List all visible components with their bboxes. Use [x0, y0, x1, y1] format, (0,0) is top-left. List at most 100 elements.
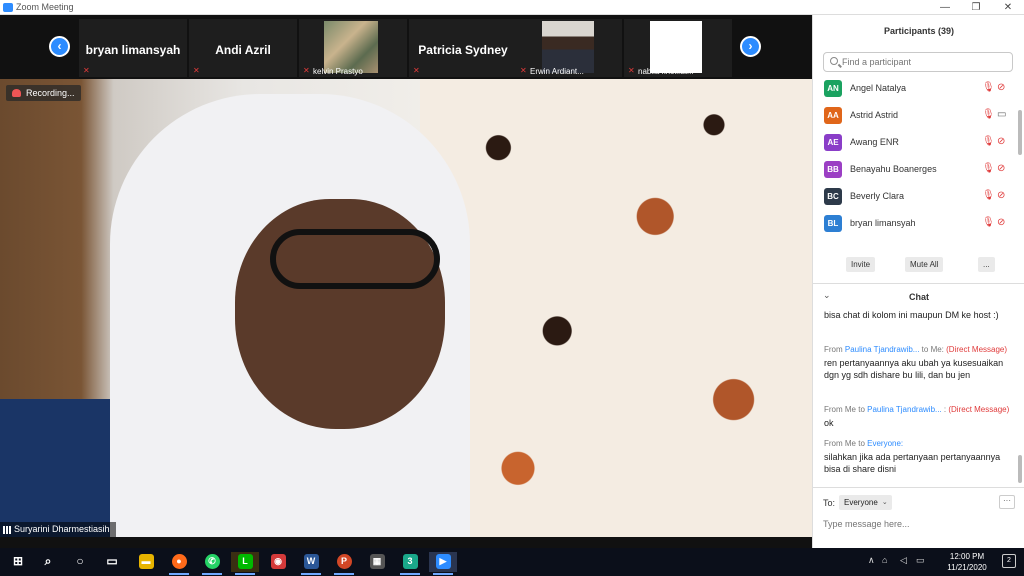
network-icon[interactable]: ⌂ [882, 555, 887, 565]
mic-muted-icon[interactable]: 🎙 [982, 163, 995, 174]
direct-message-tag: (Direct Message) [946, 345, 1008, 354]
chat-header-prefix: From Me to [824, 405, 868, 414]
photos-icon[interactable]: ▦ [363, 552, 391, 572]
gallery-tile[interactable]: ✕ kelvin Prastyo [299, 19, 407, 77]
video-on-icon[interactable]: ▭ [997, 109, 1006, 120]
chat-message-header: From Me to Paulina Tjandrawib... : (Dire… [824, 405, 1019, 414]
chat-header-prefix: From [824, 345, 845, 354]
participant-row[interactable]: AA Astrid Astrid 🎙 ▭ [813, 102, 1018, 129]
chat-message-text: ren pertanyaannya aku ubah ya kusesuaika… [824, 358, 1004, 380]
prev-page-button[interactable]: ‹ [49, 36, 70, 57]
mute-all-button[interactable]: Mute All [905, 257, 944, 272]
close-button[interactable]: ✕ [993, 0, 1023, 15]
mic-muted-icon[interactable]: 🎙 [982, 217, 995, 228]
windows-taskbar: ⊞ ⌕ ○ ▭ ▬ ● ✆ L ◉ W P ▦ 3 ▶ ∧ ⌂ ◁ ▭ 12:0… [0, 548, 1024, 576]
signal-bars-icon [3, 526, 11, 534]
green-app-icon[interactable]: 3 [396, 552, 424, 575]
search-icon[interactable]: ⌕ [34, 552, 62, 572]
active-speaker-video[interactable]: Recording... Suryarini Dharmestiasih [0, 79, 812, 537]
participant-search-input[interactable] [842, 55, 1007, 69]
camera-app-icon[interactable]: ◉ [264, 552, 292, 572]
mic-muted-icon: ✕ [628, 66, 635, 75]
video-off-icon[interactable]: ⊘ [997, 217, 1005, 228]
participant-name: Andi Azril [215, 43, 271, 57]
participant-row[interactable]: AN Angel Natalya 🎙 ⊘ [813, 75, 1018, 102]
video-off-icon[interactable]: ⊘ [997, 190, 1005, 201]
mic-muted-icon[interactable]: 🎙 [982, 109, 995, 120]
participant-name: Patricia Sydney [418, 43, 508, 57]
participants-title: Participants (39) [883, 26, 955, 36]
participant-avatar: BC [824, 188, 842, 205]
whatsapp-icon[interactable]: ✆ [198, 552, 226, 575]
file-explorer-icon[interactable]: ▬ [132, 552, 160, 572]
speaker-name-tag: Suryarini Dharmestiasih [0, 522, 116, 537]
line-icon[interactable]: L [231, 552, 259, 575]
gallery-tile[interactable]: Andi Azril ✕ [189, 19, 297, 77]
chat-scrollbar[interactable] [1018, 455, 1022, 483]
chevron-down-icon: ⌄ [881, 499, 888, 506]
chat-message-input[interactable] [823, 517, 1015, 531]
system-clock[interactable]: 12:00 PM 11/21/2020 [934, 551, 1000, 573]
volume-icon[interactable]: ◁ [900, 555, 907, 566]
zoom-app-icon [3, 3, 13, 12]
to-label: To: [823, 498, 836, 508]
chat-message-text: silahkan jika ada pertanyaan pertanyaann… [824, 452, 1001, 474]
cortana-icon[interactable]: ○ [66, 552, 94, 572]
cloud-recording-icon [12, 89, 21, 97]
background-shirt [0, 399, 110, 537]
participant-avatar: AE [824, 134, 842, 151]
minimize-button[interactable]: — [930, 0, 960, 15]
gallery-tile[interactable]: ✕ nabila kholifat... [624, 19, 732, 77]
participants-more-button[interactable]: ... [978, 257, 995, 272]
notification-center-icon[interactable]: 2 [1002, 554, 1016, 568]
windows-start-icon[interactable]: ⊞ [4, 552, 32, 572]
chat-sender[interactable]: Paulina Tjandrawib... [845, 345, 920, 354]
mic-muted-icon[interactable]: 🎙 [982, 82, 995, 93]
gallery-tile[interactable]: bryan limansyah ✕ [79, 19, 187, 77]
video-off-icon[interactable]: ⊘ [997, 163, 1005, 174]
participant-video [324, 21, 378, 73]
participant-row[interactable]: BB Benayahu Boanerges 🎙 ⊘ [813, 156, 1018, 183]
participant-search[interactable] [823, 52, 1013, 72]
chat-more-button[interactable]: ··· [999, 495, 1015, 509]
participant-name: Angel Natalya [850, 83, 907, 93]
participant-name: bryan limansyah [850, 218, 916, 228]
gallery-tile[interactable]: Patricia Sydney ✕ [409, 19, 517, 77]
participant-row[interactable]: BC Beverly Clara 🎙 ⊘ [813, 183, 1018, 210]
gallery-tile[interactable]: ✕ Erwin Ardiant... [516, 19, 622, 77]
participant-row[interactable]: AE Awang ENR 🎙 ⊘ [813, 129, 1018, 156]
participant-name: kelvin Prastyo [313, 67, 363, 76]
video-off-icon[interactable]: ⊘ [997, 82, 1005, 93]
task-view-icon[interactable]: ▭ [98, 552, 126, 572]
chat-divider [813, 487, 1024, 488]
chat-header-mid: to Me: [919, 345, 947, 354]
maximize-button[interactable]: ❐ [961, 0, 991, 15]
participants-scrollbar[interactable] [1018, 110, 1022, 155]
recording-indicator[interactable]: Recording... [6, 85, 81, 101]
recipient-dropdown[interactable]: Everyone ⌄ [839, 495, 892, 510]
next-page-button[interactable]: › [740, 36, 761, 57]
zoom-icon[interactable]: ▶ [429, 552, 457, 575]
mic-muted-icon[interactable]: 🎙 [982, 190, 995, 201]
participant-avatar: AA [824, 107, 842, 124]
mic-muted-icon[interactable]: 🎙 [982, 136, 995, 147]
video-off-icon[interactable]: ⊘ [997, 136, 1005, 147]
participant-video [650, 21, 702, 73]
speaker-glasses [270, 229, 440, 289]
chat-title: Chat [909, 292, 929, 302]
invite-button[interactable]: Invite [846, 257, 876, 272]
mic-muted-icon: ✕ [413, 66, 420, 75]
participant-row[interactable]: BL bryan limansyah 🎙 ⊘ [813, 210, 1018, 237]
chat-message-header: From Paulina Tjandrawib... to Me: (Direc… [824, 345, 1019, 354]
gallery-strip: ‹ bryan limansyah ✕ Andi Azril ✕ ✕ kelvi… [0, 15, 812, 79]
firefox-icon[interactable]: ● [165, 552, 193, 575]
show-hidden-icons-icon[interactable]: ∧ [868, 555, 875, 566]
participant-name: Erwin Ardiant... [530, 67, 584, 76]
side-panel: Participants (39) AN Angel Natalya 🎙 ⊘ A… [812, 15, 1024, 548]
battery-icon[interactable]: ▭ [916, 555, 925, 566]
word-icon[interactable]: W [297, 552, 325, 575]
mic-muted-icon: ✕ [83, 66, 90, 75]
participant-avatar: BL [824, 215, 842, 232]
chat-recipient[interactable]: Paulina Tjandrawib... [867, 405, 942, 414]
powerpoint-icon[interactable]: P [330, 552, 358, 575]
